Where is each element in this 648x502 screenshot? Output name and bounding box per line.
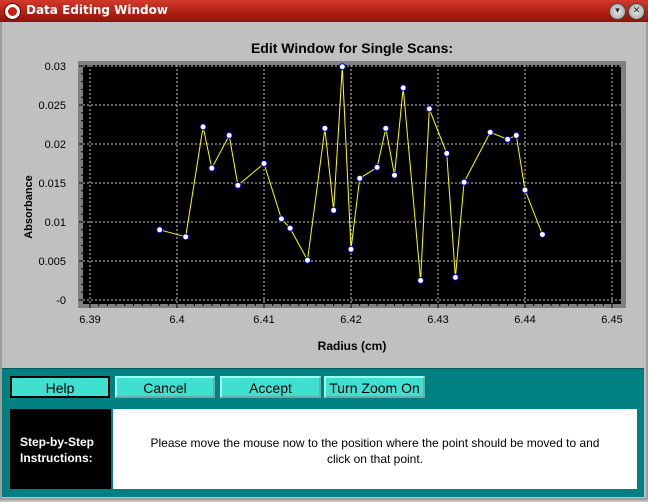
data-point[interactable] [460, 178, 468, 186]
y-tick-label: 0.005 [38, 256, 66, 268]
data-point[interactable] [321, 124, 329, 132]
x-tick-label: 6.44 [514, 314, 535, 326]
data-point[interactable] [208, 164, 216, 172]
data-point[interactable] [286, 224, 294, 232]
data-point[interactable] [451, 273, 459, 281]
chart[interactable]: Edit Window for Single Scans: 6.39 6.4 6.4… [0, 22, 648, 368]
close-icon[interactable]: ✕ [628, 3, 645, 20]
control-panel: Help Cancel Accept Turn Zoom On Step-by-… [2, 368, 644, 497]
chart-title: Edit Window for Single Scans: [251, 40, 453, 56]
x-tick-label: 6.43 [427, 314, 448, 326]
data-point[interactable] [199, 123, 207, 131]
data-point[interactable] [182, 233, 190, 241]
minimize-icon[interactable]: ▾ [609, 3, 626, 20]
data-point[interactable] [356, 174, 364, 182]
instructions-box: Please move the mouse now to the positio… [113, 409, 637, 489]
data-point[interactable] [425, 105, 433, 113]
data-point[interactable] [234, 181, 242, 189]
data-point[interactable] [330, 206, 338, 214]
x-tick-label: 6.45 [601, 314, 622, 326]
data-point[interactable] [538, 230, 546, 238]
instructions-label: Step-by-Step Instructions: [20, 435, 95, 465]
x-tick-label: 6.39 [79, 314, 100, 326]
y-tick-labels: -0 0.005 0.01 0.015 0.02 0.025 0.03 [38, 61, 66, 307]
data-point[interactable] [338, 63, 346, 71]
data-point[interactable] [521, 186, 529, 194]
x-tick-labels: 6.39 6.4 6.41 6.42 6.43 6.44 6.45 [79, 314, 622, 326]
data-point[interactable] [277, 215, 285, 223]
data-point[interactable] [373, 163, 381, 171]
x-axis-label: Radius (cm) [318, 339, 387, 353]
app-icon[interactable] [4, 3, 21, 20]
data-point[interactable] [443, 149, 451, 157]
instructions-text: Please move the mouse now to the positio… [150, 436, 600, 466]
accept-button[interactable]: Accept [220, 376, 321, 398]
data-point[interactable] [391, 171, 398, 179]
x-tick-label: 6.4 [169, 314, 184, 326]
y-tick-label: 0.01 [45, 217, 66, 229]
y-axis-label: Absorbance [23, 175, 35, 239]
x-tick-label: 6.42 [340, 314, 361, 326]
data-point[interactable] [504, 135, 512, 143]
data-point[interactable] [347, 245, 355, 253]
data-point[interactable] [512, 131, 520, 139]
data-point[interactable] [225, 131, 233, 139]
data-point[interactable] [417, 277, 425, 284]
y-tick-label: 0.03 [45, 61, 66, 73]
zoom-toggle-button[interactable]: Turn Zoom On [324, 376, 425, 398]
help-button[interactable]: Help [10, 376, 110, 398]
y-tick-label: -0 [56, 295, 66, 307]
plot-area[interactable] [83, 65, 621, 304]
instructions-label-box: Step-by-Step Instructions: [10, 409, 111, 489]
data-point[interactable] [382, 124, 390, 132]
title-bar[interactable]: Data Editing Window ▾ ✕ [0, 0, 648, 22]
data-point[interactable] [486, 128, 494, 136]
data-point[interactable] [156, 226, 164, 234]
data-point[interactable] [260, 160, 268, 167]
data-point[interactable] [399, 84, 407, 92]
x-tick-label: 6.41 [253, 314, 274, 326]
y-tick-label: 0.025 [38, 100, 66, 112]
window-title: Data Editing Window [26, 3, 168, 17]
y-tick-label: 0.015 [38, 178, 66, 190]
y-tick-label: 0.02 [45, 139, 66, 151]
data-point[interactable] [304, 256, 311, 264]
cancel-button[interactable]: Cancel [115, 376, 215, 398]
